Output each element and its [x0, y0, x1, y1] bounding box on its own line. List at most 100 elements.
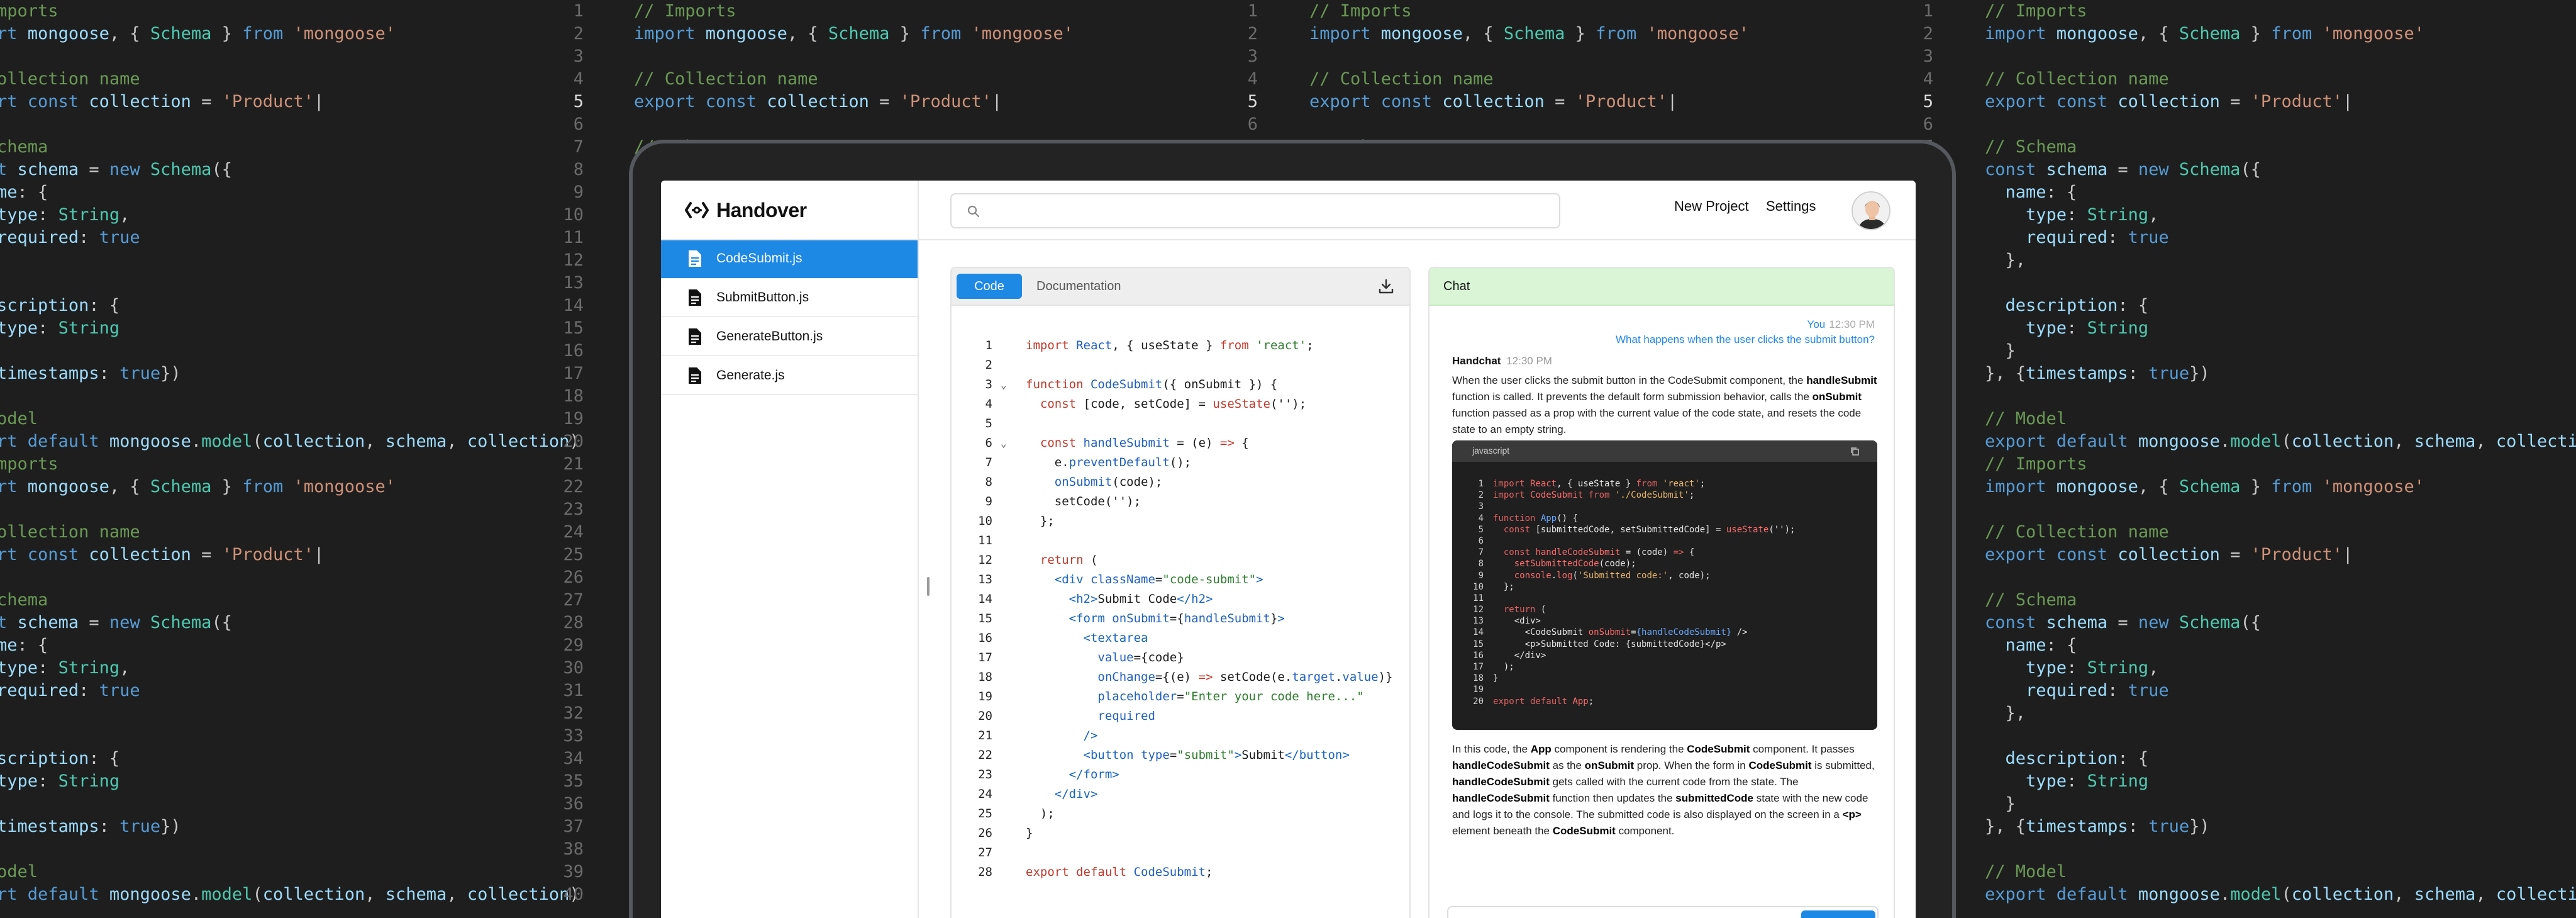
code-token: mongoose [1380, 24, 1463, 43]
code-token: . [191, 432, 202, 451]
code-token: String [2087, 658, 2149, 678]
code-editor[interactable]: 1 import React, { useState } from 'react'… [952, 336, 1409, 882]
code-token: // Model [0, 862, 38, 882]
code-token: Schema [2179, 613, 2241, 632]
background-code-line [0, 838, 585, 861]
code-text: ); [1026, 804, 1055, 824]
background-line-number: 3 [1923, 47, 1933, 66]
code-line: 22 <button type="submit">Submit</button> [952, 746, 1409, 765]
code-token: mongoose [27, 477, 109, 496]
code-token: console [1514, 570, 1552, 581]
search-box[interactable] [950, 193, 1560, 228]
background-code-line: const schema = new Schema({ [0, 612, 585, 634]
user-name: You [1807, 318, 1826, 330]
code-token: setSubmittedCode [1514, 559, 1599, 569]
copy-icon[interactable] [1850, 446, 1860, 456]
code-token: = [1155, 573, 1163, 586]
download-icon[interactable] [1378, 278, 1394, 294]
code-token: export default [1985, 432, 2138, 451]
background-line-number: 35 [563, 771, 584, 791]
code-text: </div> [1026, 785, 1098, 804]
line-number: 4 [985, 397, 992, 411]
background-line-number: 4 [1247, 69, 1258, 89]
tab-code[interactable]: Code [957, 274, 1022, 299]
background-code-line: export default mongoose.model(collection… [0, 883, 585, 906]
new-project-button[interactable]: New Project [1674, 198, 1749, 215]
code-token: description [0, 749, 89, 768]
code-token: mongoose [109, 432, 191, 451]
background-code-line: export default mongoose.model(collection… [1985, 430, 2576, 453]
text-run: prop. When the form in [1634, 759, 1749, 771]
text-run: function is called. It prevents the defa… [1452, 391, 1813, 403]
code-token: collection [2496, 885, 2576, 904]
search-input[interactable] [989, 199, 1549, 223]
tab-documentation[interactable]: Documentation [1036, 274, 1121, 299]
line-number: 1 [985, 339, 992, 352]
brand-name: Handover [716, 198, 807, 221]
code-token: type [1141, 748, 1170, 762]
line-number: 10 [978, 514, 992, 528]
line-number: 20 [1473, 696, 1484, 707]
code-token: }, { [1985, 817, 2026, 836]
code-token: from [920, 24, 972, 43]
code-token: // Model [0, 409, 38, 428]
send-button[interactable]: Send [1801, 910, 1875, 918]
code-text: <p>Submitted Code: {submittedCode}</p> [1493, 639, 1726, 650]
search-icon [967, 205, 980, 218]
background-code-line: // Schema [0, 136, 585, 159]
snippet-line: 12 return ( [1452, 604, 1877, 615]
code-token: , { [109, 477, 150, 496]
snippet-line: 4 function App() { [1452, 513, 1877, 524]
sidebar-file-generate[interactable]: Generate.js [661, 357, 918, 395]
code-token: from [1219, 339, 1257, 352]
code-token: ); [1493, 662, 1514, 672]
background-code-line: import mongoose, { Schema } from 'mongoo… [0, 23, 585, 45]
code-token: , { [2138, 24, 2179, 43]
sidebar-file-generatebutton[interactable]: GenerateButton.js [661, 318, 918, 356]
code-token: , [119, 658, 130, 678]
settings-button[interactable]: Settings [1766, 198, 1816, 215]
code-text: e.preventDefault(); [1026, 453, 1191, 473]
code-token: Schema [150, 24, 212, 43]
line-number: 28 [978, 865, 992, 879]
code-token: return [1503, 605, 1536, 615]
code-line: 14 <h2>Submit Code</h2> [952, 590, 1409, 609]
background-code-line: export const collection = 'Product'| [1985, 91, 2576, 113]
code-token: String [58, 771, 120, 791]
code-token: 'mongoose' [2322, 477, 2425, 496]
code-line: 4 const [code, setCode] = useState(''); [952, 395, 1409, 414]
resize-handle[interactable] [927, 577, 930, 596]
code-token: schema [17, 160, 79, 179]
background-line-number: 28 [563, 613, 584, 632]
code-text: <div className="code-submit"> [1026, 570, 1263, 590]
snippet-line: 3 [1452, 501, 1877, 512]
code-token: true [2128, 681, 2169, 700]
code-token: true [99, 681, 140, 700]
code-token: timestamps [2026, 364, 2128, 383]
text-run: component. It passes [1750, 743, 1855, 755]
code-token: 'mongoose' [2322, 24, 2425, 43]
line-number: 6 [985, 436, 992, 450]
snippet-line: 15 <p>Submitted Code: {submittedCode}</p… [1452, 639, 1877, 650]
code-token: Submit Code [1097, 592, 1177, 606]
chat-input-box[interactable]: Send [1447, 906, 1879, 918]
background-code-col-4: // Imports import mongoose, { Schema } fr… [1985, 0, 2576, 918]
code-token: ; [1306, 339, 1314, 352]
line-number: 14 [1473, 627, 1484, 638]
chat-input[interactable] [1479, 912, 1793, 918]
code-token: function [1026, 378, 1091, 391]
code-token: 'mongoose' [293, 477, 396, 496]
sidebar-file-codesubmit[interactable]: CodeSubmit.js [661, 240, 918, 278]
sidebar-file-submitbutton[interactable]: SubmitButton.js [661, 279, 918, 317]
code-token: , { [109, 24, 150, 43]
code-token: timestamps [0, 817, 99, 836]
code-token: const [0, 160, 8, 179]
bold-term: submittedCode [1675, 792, 1754, 804]
avatar[interactable] [1852, 191, 1890, 230]
snippet-line: 6 [1452, 535, 1877, 547]
code-token: // Schema [1985, 137, 2077, 157]
